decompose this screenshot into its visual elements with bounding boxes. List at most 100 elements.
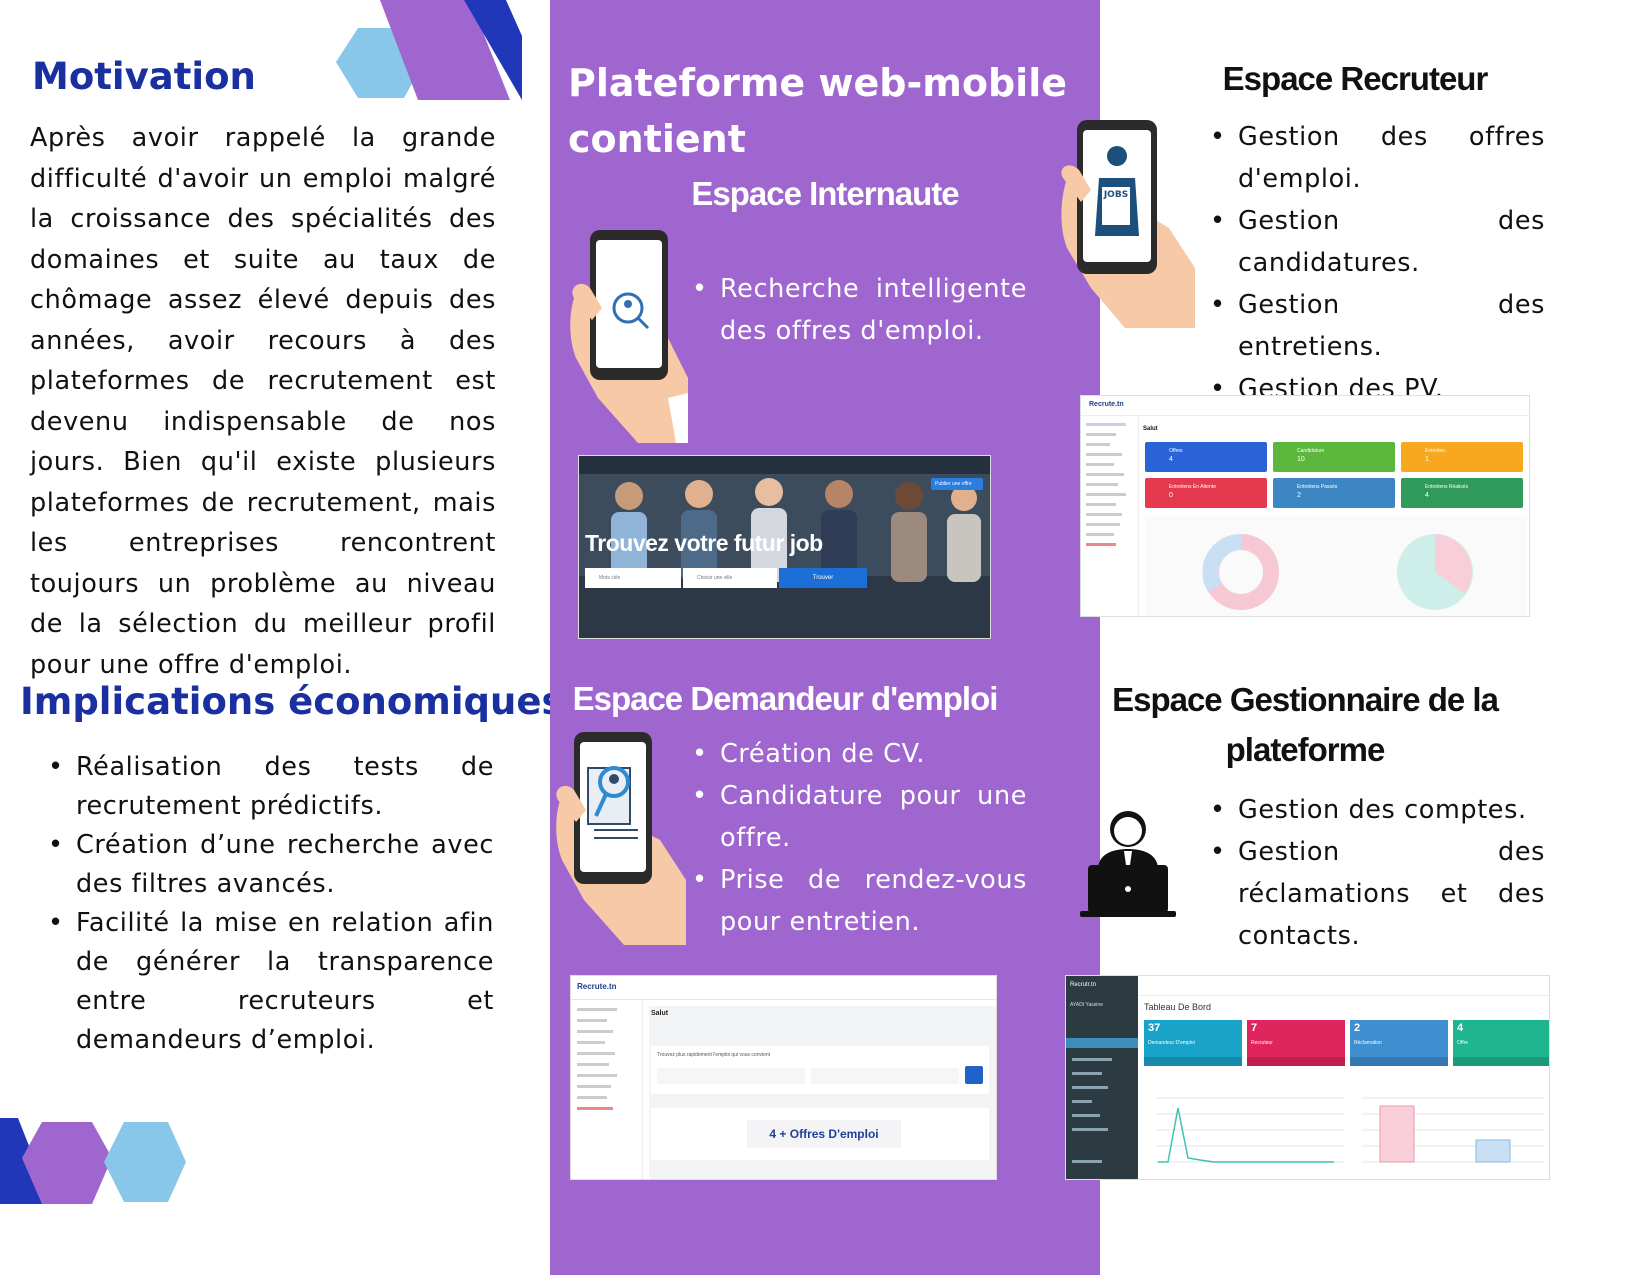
donut-charts xyxy=(1145,516,1527,616)
stat-card-footer[interactable] xyxy=(1247,1057,1345,1066)
page-title: Tableau De Bord xyxy=(1144,1002,1212,1012)
stat-card-label: Entretiens Réalisés xyxy=(1425,484,1469,490)
sidebar xyxy=(571,1000,643,1179)
stat-card[interactable]: Candidature 10 xyxy=(1273,442,1395,472)
top-bar xyxy=(571,976,996,1000)
offers-panel: 4 + Offres D'emploi xyxy=(651,1108,989,1160)
list-item: Gestion des comptes. xyxy=(1190,789,1545,831)
demandeur-list: Création de CV. Candidature pour une off… xyxy=(672,733,1027,943)
admin-dashboard-screenshot: Recrutr.tn AYADI Yassine Tableau De Bord… xyxy=(1065,975,1550,1180)
stat-card-value: 4 xyxy=(1457,1022,1464,1034)
stat-card[interactable]: Offres 4 xyxy=(1145,442,1267,472)
list-item: Facilité la mise en relation afin de gén… xyxy=(28,904,494,1060)
list-item: Gestion des réclamations et des contacts… xyxy=(1190,831,1545,957)
stat-card[interactable]: 7 Recruteur xyxy=(1247,1020,1345,1066)
stat-card[interactable]: 37 Demandeur D'emploi xyxy=(1144,1020,1242,1066)
phone-jobs-illustration xyxy=(1061,120,1195,328)
candidate-dashboard-screenshot: Recrute.tn Salut Trouvez plus rapidement… xyxy=(570,975,997,1180)
greeting: Salut xyxy=(651,1010,669,1017)
search-label: Trouvez plus rapidement l'emploi qui vou… xyxy=(657,1052,771,1058)
gestionnaire-list: Gestion des comptes. Gestion des réclama… xyxy=(1190,789,1545,957)
phone-cv-illustration xyxy=(556,732,686,945)
stat-card-label: Recruteur xyxy=(1251,1040,1273,1046)
decorative-hexagons-bottom xyxy=(0,1118,186,1204)
stat-card[interactable]: Entretiens Passés 2 xyxy=(1273,478,1395,508)
greeting: Salut xyxy=(1143,426,1158,432)
internaute-list: Recherche intelligente des offres d'empl… xyxy=(672,268,1027,352)
stat-card[interactable]: Entretiens Réalisés 4 xyxy=(1401,478,1523,508)
bar-line-charts xyxy=(1144,1080,1549,1178)
search-button[interactable] xyxy=(965,1066,983,1084)
jobs-sign-text: JOBS xyxy=(1103,190,1129,200)
stat-card-footer[interactable] xyxy=(1144,1057,1242,1066)
gestionnaire-title-line1: Espace Gestionnaire de la xyxy=(1112,681,1499,718)
list-item: Création de CV. xyxy=(672,733,1027,775)
stat-card-label: Réclamation xyxy=(1354,1040,1382,1046)
brand-logo: Recrutr.tn xyxy=(1070,982,1097,988)
stat-card-label: Entretien xyxy=(1425,448,1446,454)
list-item: Réalisation des tests de recrutement pré… xyxy=(28,748,494,826)
keyword-input[interactable]: Mots clés xyxy=(585,568,681,588)
stat-card-label: Offre xyxy=(1457,1040,1469,1046)
stat-card-value: 4 xyxy=(1169,456,1173,463)
city-select[interactable] xyxy=(811,1068,959,1084)
homepage-screenshot: Publier une offre Trouvez votre futur jo… xyxy=(578,455,991,639)
search-button[interactable]: Trouver xyxy=(779,568,867,588)
list-item: Création d’une recherche avec des filtre… xyxy=(28,826,494,904)
recruteur-list: Gestion des offres d'emploi. Gestion des… xyxy=(1190,116,1545,410)
top-bar: Recrute.tn xyxy=(1081,396,1529,416)
recruteur-title: Espace Recruteur xyxy=(1222,60,1489,97)
list-item: Candidature pour une offre. xyxy=(672,775,1027,859)
stat-card-value: 1 xyxy=(1425,456,1429,463)
list-item: Gestion des entretiens. xyxy=(1190,284,1545,368)
list-item: Gestion des candidatures. xyxy=(1190,200,1545,284)
brand-logo: Recrute.tn xyxy=(1089,401,1124,408)
stat-card-value: 10 xyxy=(1297,456,1305,463)
internaute-title: Espace Internaute xyxy=(691,175,959,212)
stat-card-value: 37 xyxy=(1148,1022,1161,1034)
stat-card[interactable]: Entretiens En Attente 0 xyxy=(1145,478,1267,508)
stat-card-label: Demandeur D'emploi xyxy=(1148,1040,1195,1046)
stat-card-label: Offres xyxy=(1169,448,1183,454)
stat-card-value: 2 xyxy=(1297,492,1301,499)
platform-title-line2: contient xyxy=(568,117,746,161)
stat-card-value: 4 xyxy=(1425,492,1429,499)
stat-card[interactable]: 2 Réclamation xyxy=(1350,1020,1448,1066)
stat-card-label: Candidature xyxy=(1297,448,1325,454)
stat-card-footer[interactable] xyxy=(1453,1057,1549,1066)
top-bar xyxy=(579,456,990,474)
decorative-hexagons-top xyxy=(336,0,522,100)
publish-offer-button[interactable]: Publier une offre xyxy=(931,478,983,490)
stat-card[interactable]: Entretien 1 xyxy=(1401,442,1523,472)
platform-title: Plateforme web-mobile contient xyxy=(568,55,1067,167)
sidebar: Recrutr.tn AYADI Yassine xyxy=(1066,976,1138,1179)
keyword-input[interactable] xyxy=(657,1068,805,1084)
stat-card-value: 0 xyxy=(1169,492,1173,499)
brand-logo: Recrute.tn xyxy=(577,982,617,991)
offers-count: 4 + Offres D'emploi xyxy=(747,1120,901,1148)
gestionnaire-title-line2: plateforme xyxy=(1225,731,1386,768)
stat-card-label: Entretiens En Attente xyxy=(1169,484,1216,490)
stat-card-value: 7 xyxy=(1251,1022,1258,1034)
motivation-title: Motivation xyxy=(32,55,256,98)
list-item: Recherche intelligente des offres d'empl… xyxy=(672,268,1027,352)
user-name: AYADI Yassine xyxy=(1070,1002,1103,1008)
list-item: Prise de rendez-vous pour entretien. xyxy=(672,859,1027,943)
motivation-text: Après avoir rappelé la grande difficulté… xyxy=(30,123,496,680)
stat-card-footer[interactable] xyxy=(1350,1057,1448,1066)
implications-title: Implications économiques xyxy=(20,680,564,723)
phone-search-illustration xyxy=(570,230,688,443)
city-select[interactable]: Choisir une ville xyxy=(683,568,777,588)
search-panel: Trouvez plus rapidement l'emploi qui vou… xyxy=(651,1046,989,1094)
middle-column: Plateforme web-mobile contient Espace In… xyxy=(550,0,1100,1275)
implications-list: Réalisation des tests de recrutement pré… xyxy=(28,748,494,1060)
left-column: Motivation Après avoir rappelé la grande… xyxy=(0,0,564,1275)
gestionnaire-title: Espace Gestionnaire de la plateforme xyxy=(1100,675,1510,775)
list-item: Gestion des offres d'emploi. xyxy=(1190,116,1545,200)
demandeur-title: Espace Demandeur d'emploi xyxy=(572,680,999,717)
platform-title-line1: Plateforme web-mobile xyxy=(568,61,1068,105)
stat-card-label: Entretiens Passés xyxy=(1297,484,1338,490)
sidebar xyxy=(1081,416,1139,616)
stat-card[interactable]: 4 Offre xyxy=(1453,1020,1549,1066)
recruiter-dashboard-screenshot: Recrute.tn Salut Offres 4 Candidature 10 Ent… xyxy=(1080,395,1530,617)
